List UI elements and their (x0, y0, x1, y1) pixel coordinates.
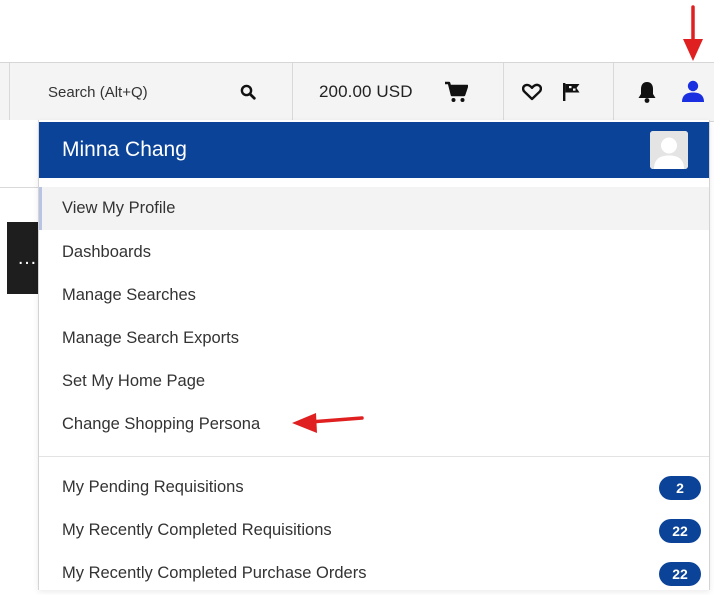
arrow-down-icon (683, 5, 703, 61)
flag-icon[interactable] (561, 82, 581, 102)
count-badge: 2 (659, 476, 701, 500)
menu-item-label: Set My Home Page (62, 372, 206, 390)
avatar[interactable] (650, 131, 688, 169)
menu-item-label: Change Shopping Persona (62, 415, 261, 433)
user-dropdown-menu: Minna Chang View My Profile Dashboards M… (38, 120, 710, 590)
menu-item-manage-searches[interactable]: Manage Searches (39, 274, 709, 317)
menu-item-my-pending-requisitions[interactable]: My Pending Requisitions 2 (39, 466, 709, 509)
menu-item-label: My Recently Completed Requisitions (62, 521, 332, 539)
menu-item-label: Dashboards (62, 243, 151, 261)
menu-item-manage-search-exports[interactable]: Manage Search Exports (39, 317, 709, 360)
page-background (0, 120, 40, 590)
count-badge: 22 (659, 562, 701, 586)
bell-icon[interactable] (637, 81, 657, 103)
menu-item-label: Manage Searches (62, 286, 196, 304)
menu-item-label: My Recently Completed Purchase Orders (62, 564, 367, 582)
menu-item-set-my-home-page[interactable]: Set My Home Page (39, 360, 709, 403)
menu-item-label: Manage Search Exports (62, 329, 240, 347)
cart-amount: 200.00 USD (319, 82, 413, 101)
arrow-left-icon (292, 413, 364, 433)
hero-banner: … (7, 222, 40, 294)
shopping-cart-icon (444, 81, 469, 103)
menu-item-label: View My Profile (62, 199, 176, 217)
menu-item-label: My Pending Requisitions (62, 478, 244, 496)
truncated-text: … (17, 247, 37, 269)
avatar-placeholder-icon (650, 131, 688, 169)
dropdown-header: Minna Chang (39, 122, 709, 178)
menu-item-change-shopping-persona[interactable]: Change Shopping Persona (39, 403, 709, 446)
menu-separator (39, 456, 709, 457)
divider (613, 63, 614, 121)
menu-item-my-recently-completed-requisitions[interactable]: My Recently Completed Requisitions 22 (39, 509, 709, 552)
user-icon[interactable] (681, 80, 705, 102)
count-badge: 22 (659, 519, 701, 543)
divider (0, 187, 40, 188)
heart-icon[interactable] (521, 83, 543, 101)
divider (503, 63, 504, 121)
search-label: Search (Alt+Q) (48, 83, 148, 101)
menu-item-dashboards[interactable]: Dashboards (39, 231, 709, 274)
search-icon[interactable] (240, 84, 256, 100)
user-name: Minna Chang (62, 138, 187, 161)
top-navigation-bar: Search (Alt+Q) 200.00 USD (0, 62, 714, 122)
cart-button[interactable]: 200.00 USD (293, 63, 503, 121)
menu-item-view-my-profile[interactable]: View My Profile (39, 187, 709, 230)
search-box[interactable]: Search (Alt+Q) (10, 63, 292, 121)
